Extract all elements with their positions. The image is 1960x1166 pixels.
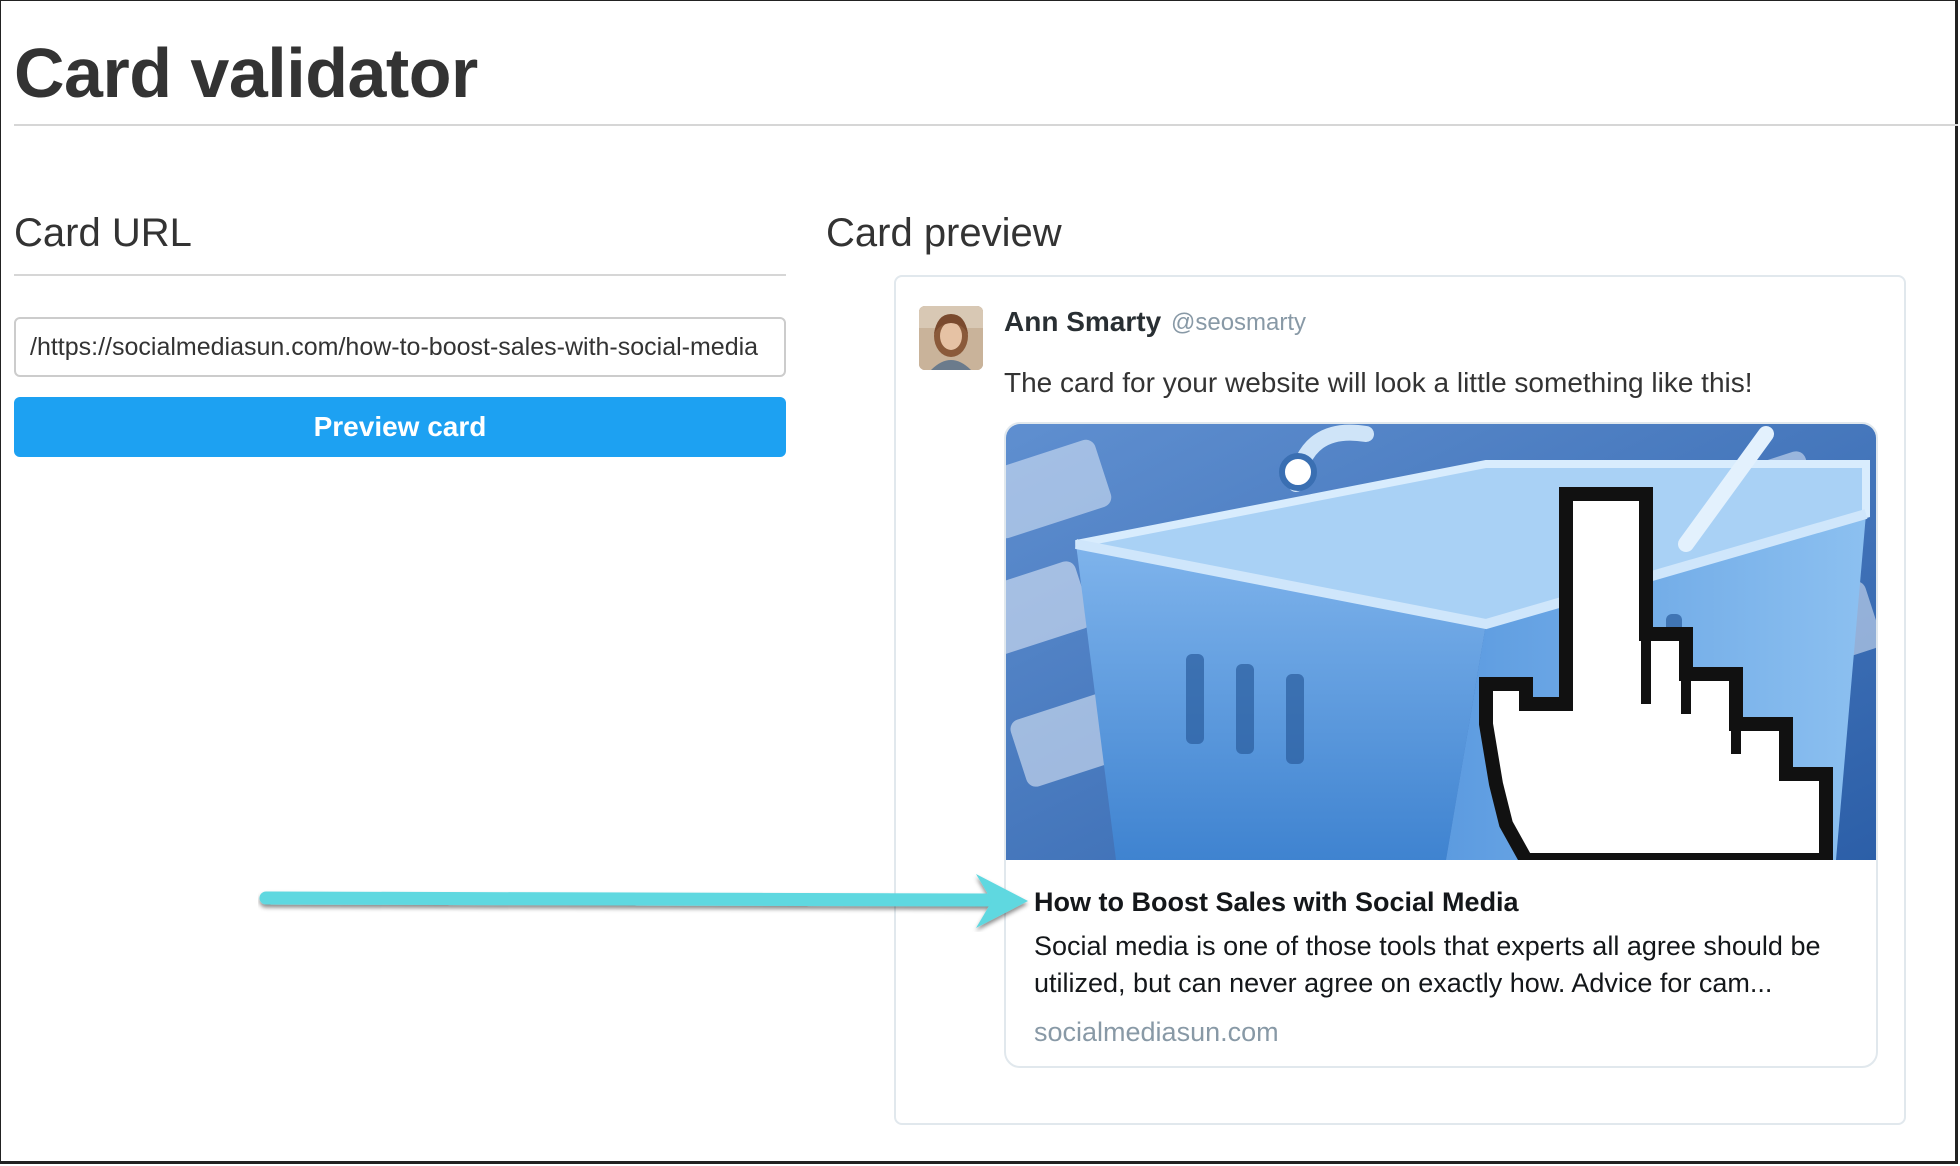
link-card-title[interactable]: How to Boost Sales with Social Media xyxy=(1034,884,1519,920)
shopping-basket-with-hand-cursor-icon xyxy=(1006,424,1876,860)
preview-card-button[interactable]: Preview card xyxy=(14,397,786,457)
avatar xyxy=(919,306,983,370)
card-url-heading: Card URL xyxy=(14,211,192,255)
link-card-description: Social media is one of those tools that … xyxy=(1034,931,1821,998)
annotation-arrow-icon xyxy=(258,868,1038,932)
card-url-divider xyxy=(14,274,786,276)
title-divider xyxy=(14,124,1958,126)
card-url-input[interactable] xyxy=(14,317,786,377)
author-handle[interactable]: @seosmarty xyxy=(1171,305,1306,341)
card-preview-heading: Card preview xyxy=(826,211,1062,255)
page-title: Card validator xyxy=(14,34,478,112)
card-image xyxy=(1006,424,1876,860)
avatar-photo-icon xyxy=(919,306,983,370)
link-card-domain[interactable]: socialmediasun.com xyxy=(1034,1014,1279,1050)
tweet-text: The card for your website will look a li… xyxy=(1004,367,1753,398)
link-card[interactable]: How to Boost Sales with Social Media Soc… xyxy=(1004,422,1878,1068)
author-name[interactable]: Ann Smarty xyxy=(1004,302,1161,342)
